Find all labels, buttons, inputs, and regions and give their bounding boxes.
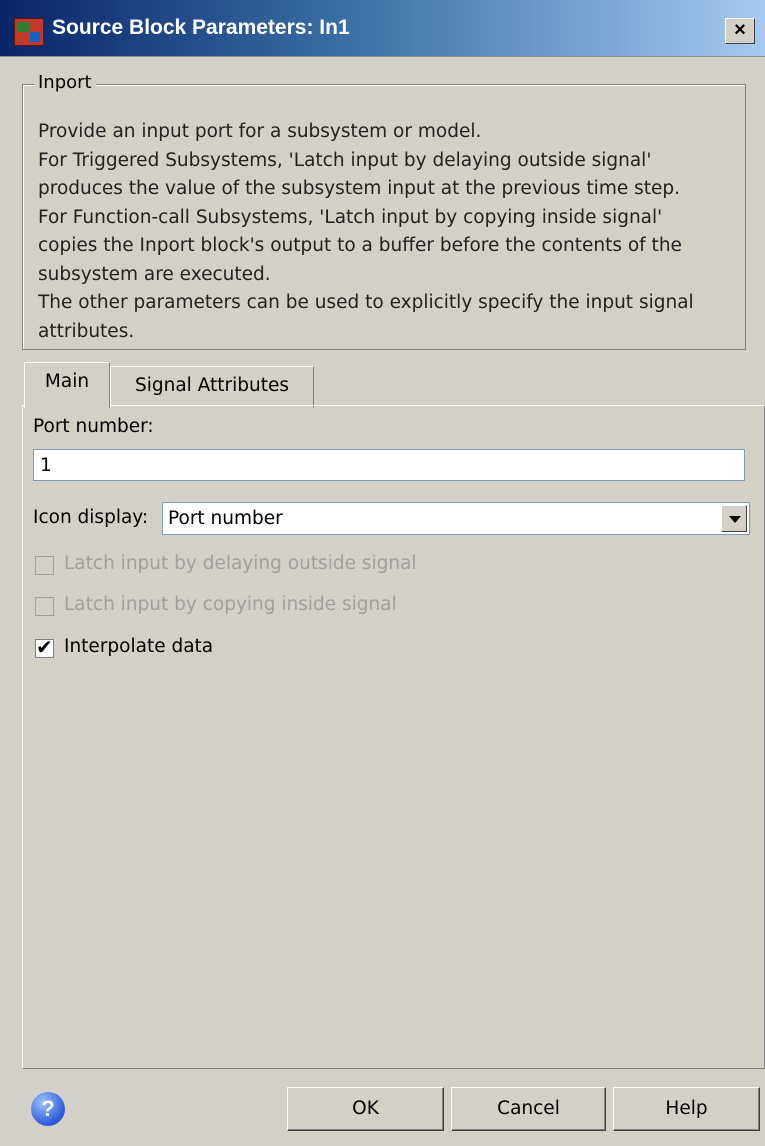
chevron-down-icon[interactable]	[721, 505, 747, 532]
icon-display-value: Port number	[168, 508, 283, 529]
icon-display-select[interactable]: Port number	[162, 502, 750, 535]
latch-delay-label: Latch input by delaying outside signal	[64, 553, 417, 574]
simulink-block-icon	[14, 18, 44, 46]
help-icon[interactable]: ?	[31, 1092, 65, 1126]
port-number-value: 1	[40, 455, 52, 476]
icon-display-label: Icon display:	[33, 507, 149, 528]
title-bar[interactable]: Source Block Parameters: In1 ×	[0, 0, 765, 57]
interpolate-data-label: Interpolate data	[64, 636, 214, 657]
checkmark-icon: ✔	[36, 635, 53, 659]
port-number-input[interactable]: 1	[33, 449, 745, 481]
block-description: Provide an input port for a subsystem or…	[38, 121, 694, 342]
ok-button[interactable]: OK	[287, 1087, 444, 1131]
window-title: Source Block Parameters: In1	[52, 16, 350, 39]
latch-copy-label: Latch input by copying inside signal	[64, 594, 397, 615]
latch-delay-checkbox[interactable]	[35, 556, 54, 575]
tab-signal-attributes[interactable]: Signal Attributes	[110, 366, 314, 408]
cancel-button[interactable]: Cancel	[451, 1087, 606, 1131]
interpolate-data-checkbox[interactable]: ✔	[35, 635, 54, 659]
help-button[interactable]: Help	[613, 1087, 760, 1131]
latch-copy-checkbox[interactable]	[35, 597, 54, 616]
close-icon: ×	[734, 19, 746, 41]
close-button[interactable]: ×	[725, 18, 755, 44]
group-legend: Inport	[34, 72, 96, 93]
port-number-label: Port number:	[33, 416, 154, 437]
tab-main[interactable]: Main	[24, 362, 110, 408]
